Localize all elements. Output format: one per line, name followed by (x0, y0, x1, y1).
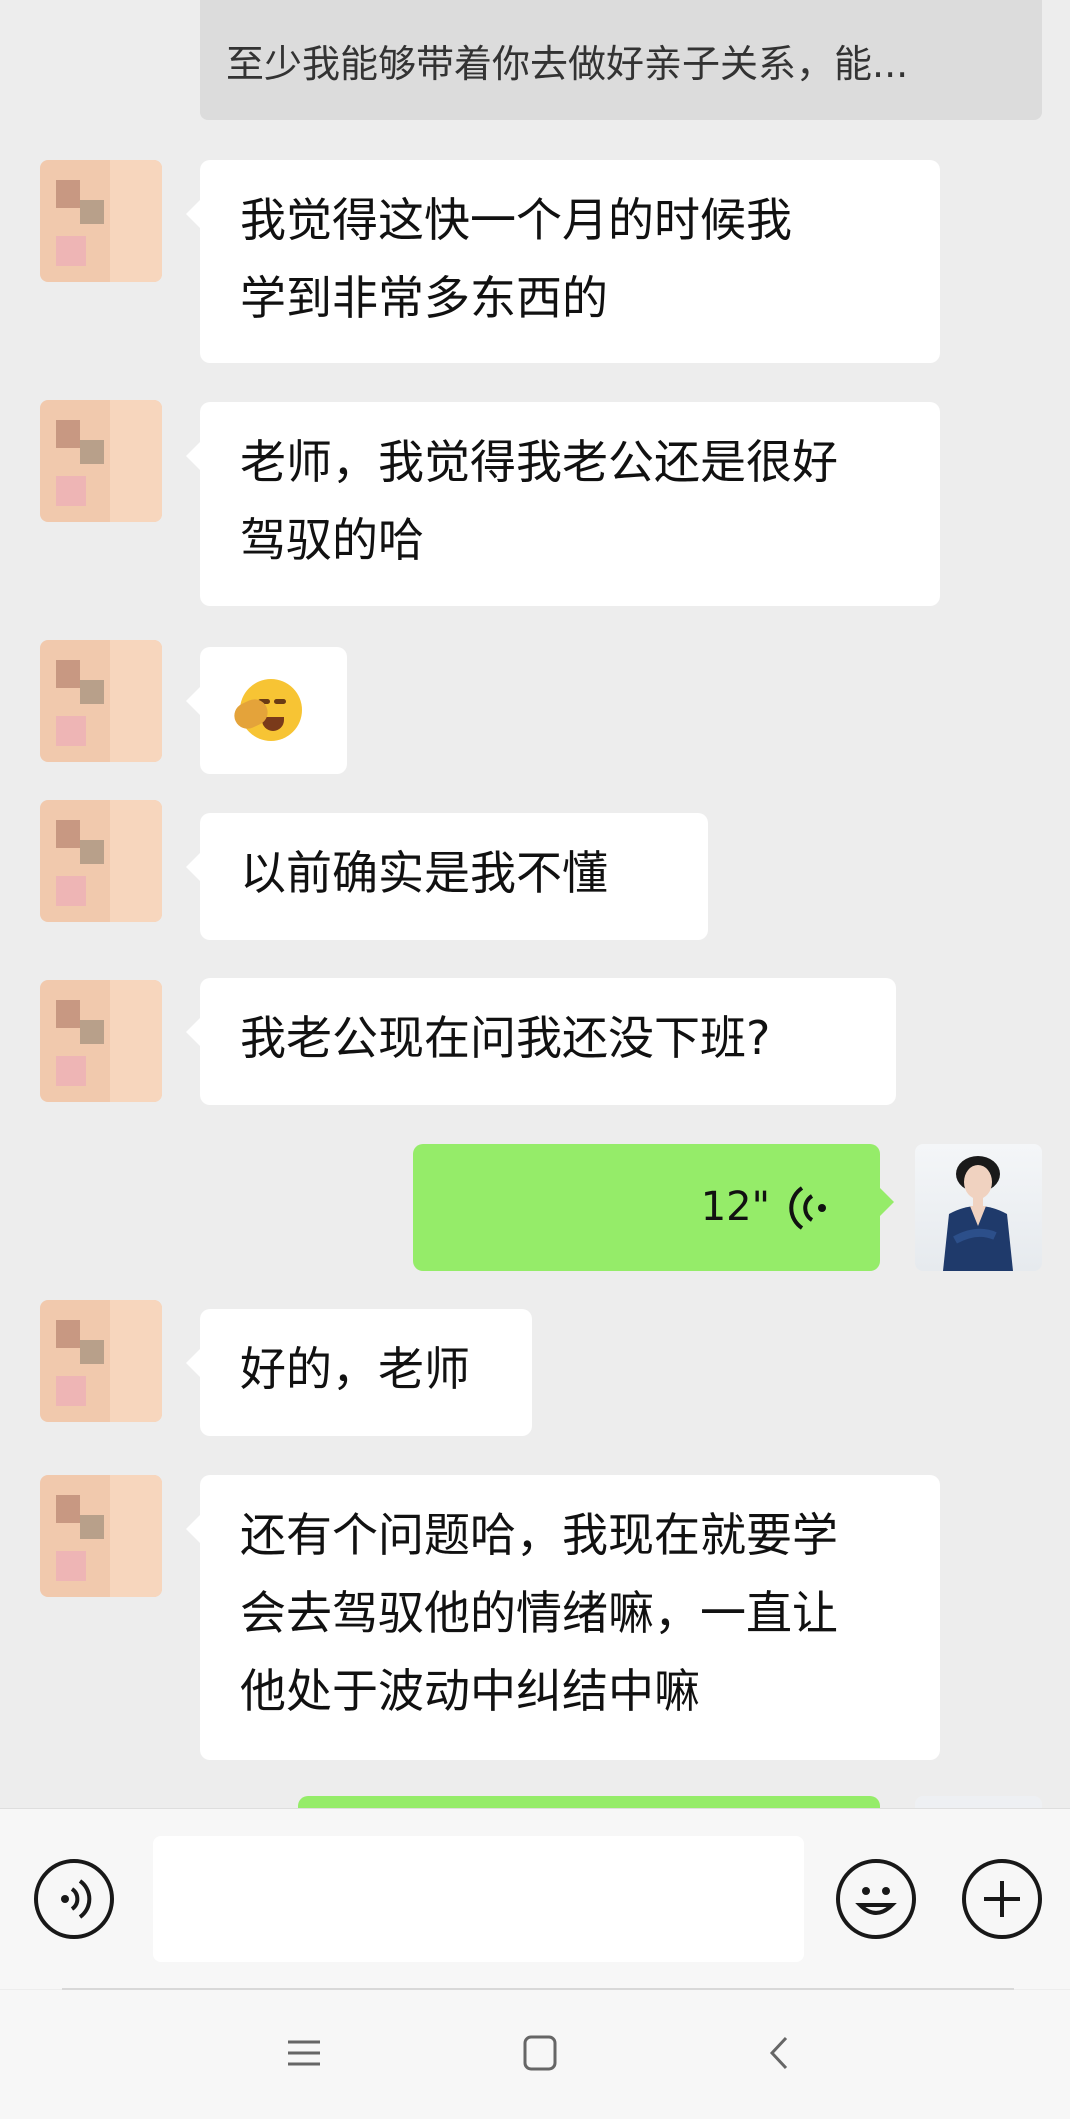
system-nav-bar (0, 1990, 1070, 2119)
back-icon[interactable] (750, 2028, 810, 2078)
menu-icon[interactable] (274, 2028, 334, 2078)
face-with-hand-over-eyes-icon (230, 679, 302, 741)
message-bubble[interactable]: 我觉得这快一个月的时候我 学到非常多东西的 (186, 160, 940, 363)
message-bubble[interactable]: 好的，老师 (186, 1309, 532, 1436)
message-bubble[interactable]: 我老公现在问我还没下班? (186, 978, 896, 1105)
emoji-message-bubble[interactable] (186, 647, 347, 774)
contact-avatar[interactable] (40, 1475, 162, 1597)
self-avatar[interactable] (915, 1144, 1042, 1271)
voice-wave-icon (789, 1186, 826, 1230)
self-avatar-peek (915, 1796, 1042, 1808)
contact-avatar[interactable] (40, 160, 162, 282)
message-bubble[interactable]: 还有个问题哈，我现在就要学 会去驾驭他的情绪嘛，一直让 他处于波动中纠结中嘛 (186, 1475, 940, 1760)
quoted-message[interactable]: 至少我能够带着你去做好亲子关系，能... (200, 0, 1042, 120)
message-bubble[interactable]: 以前确实是我不懂 (186, 813, 708, 940)
contact-avatar[interactable] (40, 800, 162, 922)
quoted-message-text: 至少我能够带着你去做好亲子关系，能... (226, 42, 909, 86)
contact-avatar[interactable] (40, 400, 162, 522)
voice-input-icon (61, 1879, 92, 1919)
next-message-peek (298, 1796, 880, 1808)
home-icon[interactable] (510, 2028, 570, 2078)
voice-message-bubble[interactable]: 12" (413, 1144, 894, 1271)
voice-duration: 12" (700, 1184, 770, 1230)
message-bubble[interactable]: 老师，我觉得我老公还是很好 驾驭的哈 (186, 402, 940, 606)
message-input[interactable] (153, 1836, 804, 1962)
person-photo (943, 1156, 1013, 1271)
more-button[interactable] (962, 1859, 1042, 1939)
chat-area: 至少我能够带着你去做好亲子关系，能... 我觉得这快一个月的时候我 学到非常多东… (0, 0, 1070, 1808)
voice-input-button[interactable] (34, 1859, 114, 1939)
plus-icon (984, 1881, 1020, 1917)
contact-avatar[interactable] (40, 980, 162, 1102)
contact-avatar[interactable] (40, 1300, 162, 1422)
contact-avatar[interactable] (40, 640, 162, 762)
emoji-button[interactable] (836, 1859, 916, 1939)
emoji-icon (855, 1887, 897, 1915)
input-bar (0, 1808, 1070, 1989)
